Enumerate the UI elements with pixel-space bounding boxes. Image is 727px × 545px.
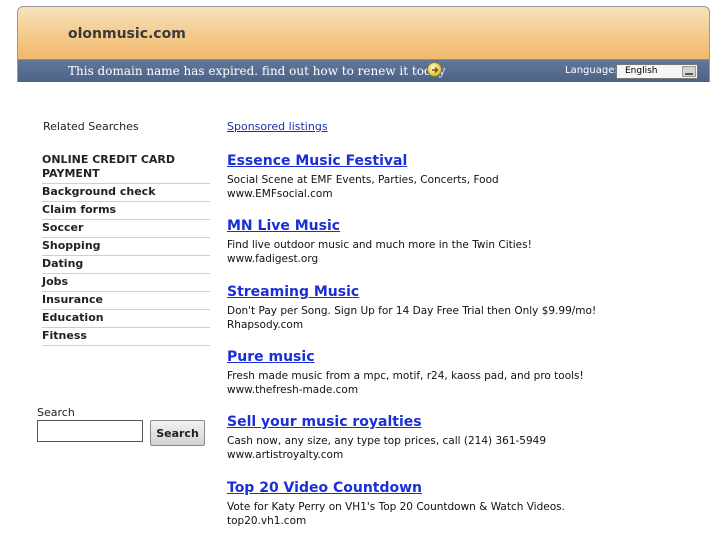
listing-url[interactable]: top20.vh1.com xyxy=(227,514,565,529)
listing-url[interactable]: www.thefresh-made.com xyxy=(227,383,584,398)
related-item[interactable]: Shopping xyxy=(42,238,210,256)
listing-description: Cash now, any size, any type top prices,… xyxy=(227,435,547,447)
listing-url[interactable]: www.artistroyalty.com xyxy=(227,448,546,463)
listing-description: Don't Pay per Song. Sign Up for 14 Day F… xyxy=(227,305,597,317)
listing-description: Find live outdoor music and much more in… xyxy=(227,239,532,251)
listing: Top 20 Video Countdown Vote for Katy Per… xyxy=(227,479,565,529)
listing-title-link[interactable]: Essence Music Festival xyxy=(227,152,499,170)
expired-strip: This domain name has expired. find out h… xyxy=(18,59,709,82)
sponsored-listings-link[interactable]: Sponsored listings xyxy=(227,120,328,133)
listing: Pure music Fresh made music from a mpc, … xyxy=(227,348,584,398)
dropdown-arrow-icon[interactable] xyxy=(682,66,696,77)
related-searches-list: ONLINE CREDIT CARD PAYMENT Background ch… xyxy=(42,152,210,346)
listing-description: Vote for Katy Perry on VH1's Top 20 Coun… xyxy=(227,501,565,513)
listing-title-link[interactable]: Pure music xyxy=(227,348,584,366)
listing-url[interactable]: www.EMFsocial.com xyxy=(227,187,499,202)
related-item[interactable]: Education xyxy=(42,310,210,328)
language-label: Language: xyxy=(565,65,618,76)
language-selected-value: English xyxy=(625,66,658,76)
listing-url[interactable]: www.fadigest.org xyxy=(227,252,532,267)
listing-title-link[interactable]: Streaming Music xyxy=(227,283,596,301)
search-button[interactable]: Search xyxy=(150,420,205,446)
listing: Streaming Music Don't Pay per Song. Sign… xyxy=(227,283,596,333)
search-input[interactable] xyxy=(37,420,143,442)
search-label: Search xyxy=(37,406,75,419)
related-item[interactable]: Background check xyxy=(42,184,210,202)
renew-arrow-icon[interactable] xyxy=(427,62,442,77)
listing-title-link[interactable]: Top 20 Video Countdown xyxy=(227,479,565,497)
listing: Essence Music Festival Social Scene at E… xyxy=(227,152,499,202)
related-searches-title: Related Searches xyxy=(43,120,139,133)
related-item[interactable]: Insurance xyxy=(42,292,210,310)
related-item[interactable]: Jobs xyxy=(42,274,210,292)
header-frame: olonmusic.com This domain name has expir… xyxy=(17,6,710,82)
listing-title-link[interactable]: MN Live Music xyxy=(227,217,532,235)
listing: MN Live Music Find live outdoor music an… xyxy=(227,217,532,267)
listing: Sell your music royalties Cash now, any … xyxy=(227,413,546,463)
related-item[interactable]: Fitness xyxy=(42,328,210,346)
related-item[interactable]: Claim forms xyxy=(42,202,210,220)
listing-url[interactable]: Rhapsody.com xyxy=(227,318,596,333)
related-item[interactable]: ONLINE CREDIT CARD PAYMENT xyxy=(42,152,210,184)
listing-description: Social Scene at EMF Events, Parties, Con… xyxy=(227,174,499,186)
expired-message[interactable]: This domain name has expired. find out h… xyxy=(68,64,446,78)
domain-title: olonmusic.com xyxy=(68,26,186,42)
header-banner: olonmusic.com xyxy=(18,7,709,59)
related-item[interactable]: Dating xyxy=(42,256,210,274)
listing-title-link[interactable]: Sell your music royalties xyxy=(227,413,546,431)
language-select[interactable]: English xyxy=(616,64,698,79)
related-item[interactable]: Soccer xyxy=(42,220,210,238)
listing-description: Fresh made music from a mpc, motif, r24,… xyxy=(227,370,584,382)
